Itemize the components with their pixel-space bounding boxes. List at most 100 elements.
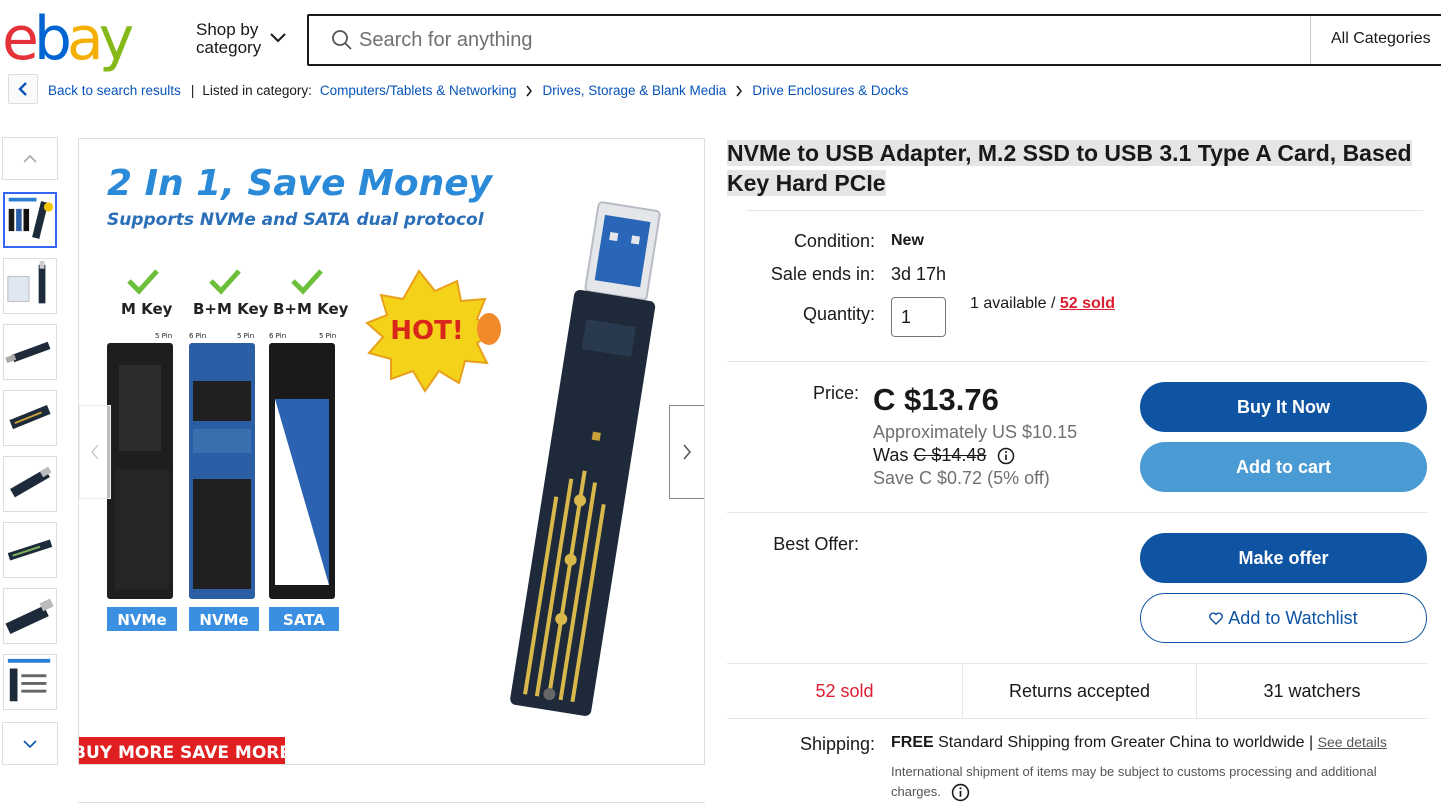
main-product-image[interactable]: 2 In 1, Save Money Supports NVMe and SAT… (78, 138, 705, 765)
see-details-link[interactable]: See details (1318, 734, 1387, 750)
divider (78, 802, 705, 803)
pin-label: 5 Pin (155, 332, 172, 340)
title-line1: NVMe to USB Adapter, M.2 SSD to USB 3.1 … (727, 140, 1412, 166)
shop-by-category-button[interactable]: Shop by category (196, 21, 261, 57)
chevron-left-icon (18, 82, 27, 96)
key-label: B+M Key (273, 300, 349, 318)
product-thumbnail-image (4, 457, 56, 511)
product-thumbnail-image (4, 655, 56, 709)
thumbnail-scroll-up-button[interactable] (2, 137, 58, 180)
chevron-right-icon (526, 85, 533, 96)
thumbnail-scroll-down-button[interactable] (2, 722, 58, 765)
thumbnail-5[interactable] (3, 456, 57, 512)
item-stats: 52 sold Returns accepted 31 watchers (727, 663, 1427, 719)
make-offer-button[interactable]: Make offer (1140, 533, 1427, 583)
key-label: M Key (121, 300, 173, 318)
add-to-watchlist-button[interactable]: Add to Watchlist (1140, 593, 1427, 643)
sale-ends-value: 3d 17h (891, 264, 947, 284)
sold-link[interactable]: 52 sold (1060, 295, 1115, 312)
available-text: 1 available / (970, 295, 1056, 312)
image-headline: 2 In 1, Save Money (107, 163, 494, 204)
thumbnail-6[interactable] (3, 522, 57, 578)
divider (727, 512, 1427, 513)
availability: 1 available / 52 sold (970, 295, 1115, 313)
product-thumbnail-image (4, 259, 56, 313)
was-price-row: Was C $14.48 (873, 445, 1015, 466)
promo-banner-text: BUY MORE SAVE MORE (79, 743, 291, 763)
sale-ends-label: Sale ends in: (770, 264, 875, 284)
image-next-button[interactable] (669, 405, 704, 499)
product-image: 2 In 1, Save Money Supports NVMe and SAT… (79, 139, 704, 764)
search-icon (332, 30, 352, 50)
returns-accepted: Returns accepted (962, 664, 1196, 718)
divider (747, 210, 1423, 211)
search-bar: All Categories (307, 14, 1441, 66)
chevron-right-icon (683, 444, 691, 460)
shipping-text: Standard Shipping from Greater China to … (938, 734, 1305, 751)
image-subheadline: Supports NVMe and SATA dual protocol (107, 210, 485, 230)
shipping-separator: | (1309, 734, 1314, 751)
protocol-badge: NVMe (117, 611, 166, 629)
price-label: Price: (812, 383, 859, 403)
savings: Save C $0.72 (5% off) (873, 468, 1050, 488)
product-thumbnail-image (4, 325, 56, 379)
product-thumbnail-image (4, 523, 56, 577)
search-input[interactable] (359, 26, 1259, 54)
back-to-search-link[interactable]: Back to search results (48, 83, 181, 98)
was-label: Was (873, 445, 909, 465)
thumbnail-7[interactable] (3, 588, 57, 644)
thumbnail-4[interactable] (3, 390, 57, 446)
listed-in-label: Listed in category: (202, 83, 312, 98)
quantity-label: Quantity: (802, 304, 875, 324)
pin-label: 5 Pin (319, 332, 336, 340)
product-thumbnail-image (4, 589, 56, 643)
key-label: B+M Key (193, 300, 269, 318)
add-to-cart-button[interactable]: Add to cart (1140, 442, 1427, 492)
pin-label: 5 Pin (237, 332, 254, 340)
product-thumbnail-image (5, 194, 55, 246)
was-price: C $14.48 (913, 445, 987, 465)
approx-price: Approximately US $10.15 (873, 422, 1078, 442)
protocol-badge: NVMe (199, 611, 248, 629)
chevron-up-icon (23, 154, 37, 163)
info-icon[interactable] (951, 783, 970, 802)
ebay-logo[interactable]: ebay (2, 8, 152, 70)
buy-it-now-button[interactable]: Buy It Now (1140, 382, 1427, 432)
image-prev-button[interactable] (79, 405, 111, 499)
sold-count: 52 sold (815, 680, 874, 701)
shipping-free: FREE (891, 734, 934, 751)
chevron-down-icon[interactable] (268, 28, 288, 48)
watchlist-label: Add to Watchlist (1228, 607, 1358, 628)
breadcrumb-item-computers[interactable]: Computers/Tablets & Networking (320, 83, 517, 98)
breadcrumb-item-enclosures[interactable]: Drive Enclosures & Docks (752, 83, 908, 98)
logo-letter-y: y (98, 4, 134, 74)
pin-label: 6 Pin (189, 332, 206, 340)
logo-letter-a: a (67, 4, 104, 74)
thumbnail-2[interactable] (3, 258, 57, 314)
title-line2: Key Hard PCIe (727, 170, 886, 196)
watchers-count: 31 watchers (1196, 664, 1427, 718)
thumbnail-1[interactable] (3, 192, 57, 248)
category-divider (1310, 16, 1311, 64)
best-offer-label: Best Offer: (773, 534, 859, 554)
info-icon[interactable] (997, 447, 1015, 465)
all-categories-select[interactable]: All Categories (1331, 30, 1431, 48)
thumbnail-3[interactable] (3, 324, 57, 380)
heart-icon (1209, 611, 1224, 625)
product-thumbnail-image (4, 391, 56, 445)
chevron-left-icon (91, 444, 99, 460)
thumbnail-8[interactable] (3, 654, 57, 710)
price-value: C $13.76 (873, 382, 999, 417)
back-button[interactable] (8, 74, 38, 104)
divider (727, 361, 1427, 362)
shop-by-line1: Shop by (196, 20, 259, 39)
shop-by-line2: category (196, 38, 262, 57)
breadcrumb: Back to search results | Listed in categ… (48, 83, 908, 98)
pin-label: 6 Pin (269, 332, 286, 340)
shipping-info: FREE Standard Shipping from Greater Chin… (891, 734, 1387, 752)
quantity-input[interactable] (891, 297, 946, 337)
condition-value: New (891, 232, 924, 249)
breadcrumb-item-drives[interactable]: Drives, Storage & Blank Media (542, 83, 726, 98)
logo-letter-e: e (2, 4, 39, 74)
condition-label: Condition: (793, 231, 875, 251)
